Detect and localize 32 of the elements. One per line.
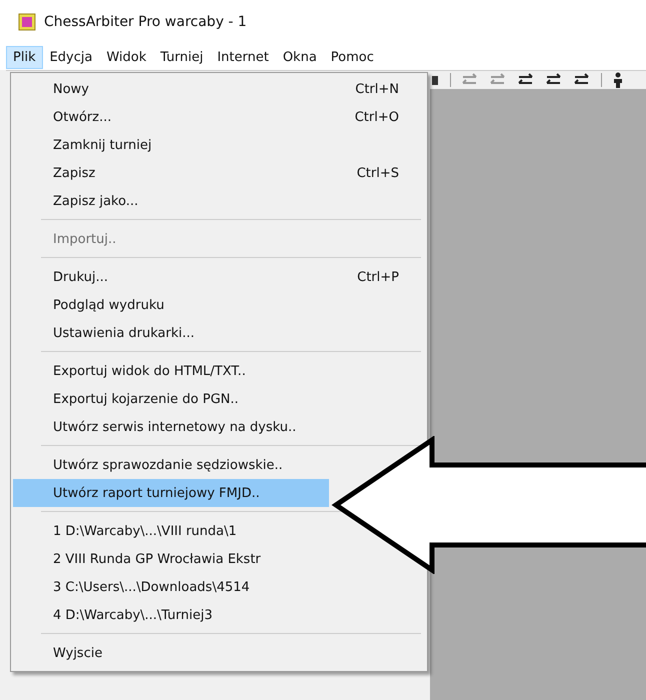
toolbar-icon[interactable]: [430, 73, 440, 87]
app-icon: [18, 13, 36, 31]
menu-item[interactable]: Podgląd wydruku: [13, 291, 329, 319]
menu-bar-item[interactable]: Okna: [276, 46, 324, 68]
menu-item[interactable]: Exportuj kojarzenie do PGN..: [13, 385, 329, 413]
menu-bar-item[interactable]: Widok: [99, 46, 154, 68]
menu-bar-item[interactable]: Edycja: [42, 46, 100, 68]
person-icon[interactable]: [612, 72, 624, 88]
menu-item[interactable]: 1 D:\Warcaby\...\VIII runda\1: [13, 517, 329, 545]
menu-item[interactable]: Zamknij turniej: [13, 131, 329, 159]
menu-item[interactable]: Utwórz sprawozdanie sędziowskie..: [13, 451, 329, 479]
menu-item[interactable]: Drukuj... Ctrl+P: [13, 263, 425, 291]
arrows-icon[interactable]: [517, 73, 535, 87]
menu-item[interactable]: Wyjscie: [13, 639, 329, 667]
menu-item[interactable]: 4 D:\Warcaby\...\Turniej3: [13, 601, 329, 629]
window-title: ChessArbiter Pro warcaby - 1: [44, 14, 247, 30]
menu-item[interactable]: Otwórz... Ctrl+O: [13, 103, 425, 131]
menu-item[interactable]: Nowy Ctrl+N: [13, 75, 425, 103]
arrows-icon[interactable]: [545, 73, 563, 87]
menu-item[interactable]: 2 VIII Runda GP Wrocławia Ekstr: [13, 545, 329, 573]
menu-item[interactable]: Utwórz raport turniejowy FMJD..: [13, 479, 329, 507]
menu-bar-item[interactable]: Pomoc: [324, 46, 381, 68]
menu-item[interactable]: Zapisz jako...: [13, 187, 329, 215]
menu-bar-item[interactable]: Internet: [210, 46, 276, 68]
menu-bar-item[interactable]: Turniej: [153, 46, 210, 68]
menu-item[interactable]: Utwórz serwis internetowy na dysku..: [13, 413, 329, 441]
menu-item[interactable]: Exportuj widok do HTML/TXT..: [13, 357, 329, 385]
menu-item[interactable]: 3 C:\Users\...\Downloads\4514: [13, 573, 329, 601]
menu-item[interactable]: Zapisz Ctrl+S: [13, 159, 425, 187]
arrows-icon[interactable]: [573, 73, 591, 87]
menu-bar-item[interactable]: Plik: [6, 46, 43, 68]
menu-item[interactable]: Ustawienia drukarki...: [13, 319, 329, 347]
